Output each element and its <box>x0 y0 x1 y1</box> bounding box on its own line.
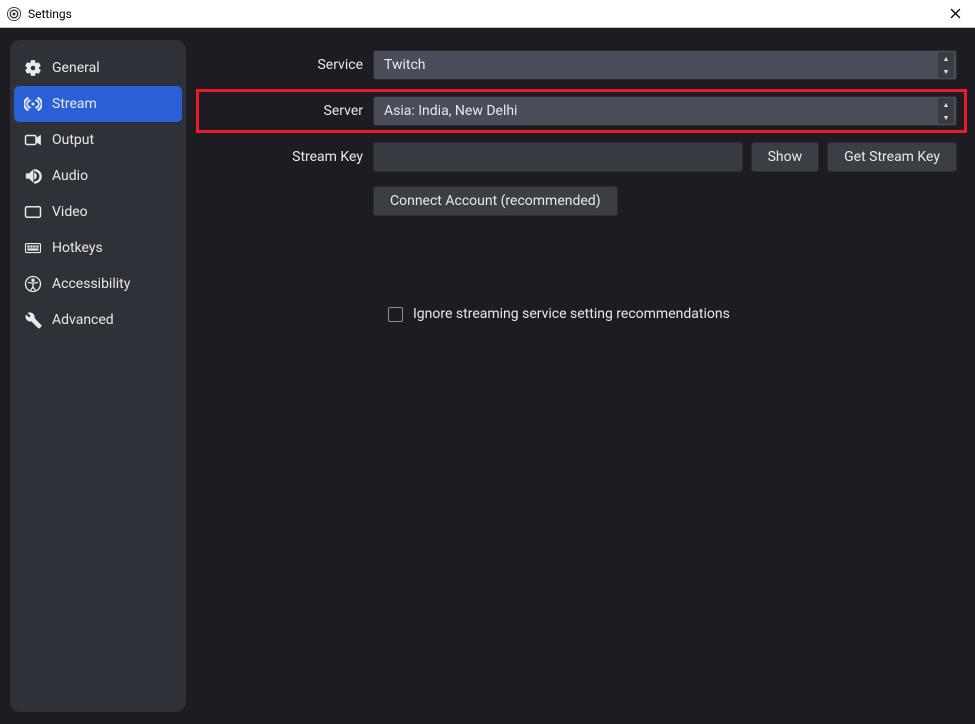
sidebar-item-output[interactable]: Output <box>10 122 186 158</box>
keyboard-icon <box>24 239 42 257</box>
sidebar-item-label: Stream <box>52 96 97 112</box>
ignore-recommendations-row: Ignore streaming service setting recomme… <box>388 306 965 322</box>
spinner-icon: ▲▼ <box>938 98 954 124</box>
stream-key-label: Stream Key <box>198 149 373 165</box>
server-label: Server <box>198 103 373 119</box>
sidebar-item-label: Video <box>52 204 88 220</box>
sidebar-item-label: Output <box>52 132 94 148</box>
stream-key-row: Stream Key Show Get Stream Key <box>198 142 965 172</box>
sidebar-item-advanced[interactable]: Advanced <box>10 302 186 338</box>
close-button[interactable] <box>941 0 969 28</box>
sidebar-item-general[interactable]: General <box>10 50 186 86</box>
sidebar-item-video[interactable]: Video <box>10 194 186 230</box>
audio-icon <box>24 167 42 185</box>
sidebar: General Stream Output Audio Video <box>10 40 186 712</box>
ignore-recommendations-checkbox[interactable] <box>388 307 403 322</box>
titlebar: Settings <box>0 0 975 28</box>
gear-icon <box>24 59 42 77</box>
tools-icon <box>24 311 42 329</box>
app-icon <box>6 6 22 22</box>
get-stream-key-button[interactable]: Get Stream Key <box>827 142 957 172</box>
connect-row: Connect Account (recommended) <box>198 186 965 216</box>
window-title: Settings <box>28 7 941 21</box>
connect-account-button[interactable]: Connect Account (recommended) <box>373 186 618 216</box>
main-panel: Service Twitch ▲▼ Server Asia: India, Ne… <box>198 40 965 712</box>
container: General Stream Output Audio Video <box>0 28 975 724</box>
sidebar-item-label: Audio <box>52 168 88 184</box>
sidebar-item-audio[interactable]: Audio <box>10 158 186 194</box>
server-select[interactable]: Asia: India, New Delhi ▲▼ <box>373 96 957 126</box>
accessibility-icon <box>24 275 42 293</box>
spinner-icon: ▲▼ <box>938 52 954 78</box>
sidebar-item-label: Accessibility <box>52 276 130 292</box>
server-value: Asia: India, New Delhi <box>384 103 517 119</box>
output-icon <box>24 131 42 149</box>
service-value: Twitch <box>384 57 426 73</box>
sidebar-item-stream[interactable]: Stream <box>14 86 182 122</box>
ignore-recommendations-label: Ignore streaming service setting recomme… <box>413 306 730 322</box>
sidebar-item-label: Advanced <box>52 312 114 328</box>
service-select[interactable]: Twitch ▲▼ <box>373 50 957 80</box>
sidebar-item-accessibility[interactable]: Accessibility <box>10 266 186 302</box>
service-label: Service <box>198 57 373 73</box>
service-row: Service Twitch ▲▼ <box>198 50 965 80</box>
sidebar-item-label: General <box>52 60 100 76</box>
antenna-icon <box>24 95 42 113</box>
stream-key-input[interactable] <box>373 142 743 172</box>
sidebar-item-hotkeys[interactable]: Hotkeys <box>10 230 186 266</box>
server-row: Server Asia: India, New Delhi ▲▼ <box>198 91 965 131</box>
sidebar-item-label: Hotkeys <box>52 240 103 256</box>
show-button[interactable]: Show <box>751 142 820 172</box>
video-icon <box>24 203 42 221</box>
